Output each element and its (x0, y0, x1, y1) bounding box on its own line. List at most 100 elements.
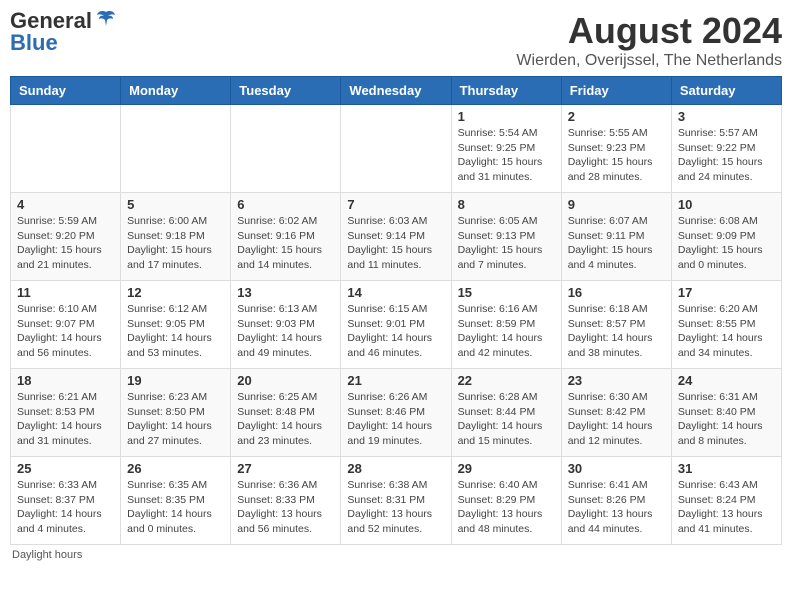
day-number: 22 (458, 373, 555, 388)
day-info: Sunrise: 6:33 AMSunset: 8:37 PMDaylight:… (17, 478, 114, 537)
calendar-cell (121, 105, 231, 193)
week-row-1: 1 Sunrise: 5:54 AMSunset: 9:25 PMDaylight… (11, 105, 782, 193)
main-title: August 2024 (516, 10, 782, 52)
day-number: 27 (237, 461, 334, 476)
calendar-cell: 9 Sunrise: 6:07 AMSunset: 9:11 PMDaylight… (561, 193, 671, 281)
calendar-cell: 24 Sunrise: 6:31 AMSunset: 8:40 PMDayligh… (671, 369, 781, 457)
logo-blue-text: Blue (10, 32, 58, 54)
day-number: 29 (458, 461, 555, 476)
day-info: Sunrise: 5:54 AMSunset: 9:25 PMDaylight:… (458, 126, 555, 185)
subtitle: Wierden, Overijssel, The Netherlands (516, 52, 782, 70)
calendar-cell (341, 105, 451, 193)
day-number: 5 (127, 197, 224, 212)
calendar-cell: 11Sunrise: 6:10 AMSunset: 9:07 PMDayligh… (11, 281, 121, 369)
calendar-cell: 16Sunrise: 6:18 AMSunset: 8:57 PMDayligh… (561, 281, 671, 369)
logo-bird-icon (95, 8, 117, 30)
day-info: Sunrise: 6:13 AMSunset: 9:03 PMDaylight:… (237, 302, 334, 361)
calendar-cell: 25 Sunrise: 6:33 AMSunset: 8:37 PMDayligh… (11, 457, 121, 545)
day-info: Sunrise: 6:02 AMSunset: 9:16 PMDaylight:… (237, 214, 334, 273)
day-number: 8 (458, 197, 555, 212)
header-row: SundayMondayTuesdayWednesdayThursdayFrid… (11, 77, 782, 105)
day-info: Sunrise: 6:15 AMSunset: 9:01 PMDaylight:… (347, 302, 444, 361)
calendar-cell: 23Sunrise: 6:30 AMSunset: 8:42 PMDayligh… (561, 369, 671, 457)
day-number: 26 (127, 461, 224, 476)
day-info: Sunrise: 6:07 AMSunset: 9:11 PMDaylight:… (568, 214, 665, 273)
calendar-cell: 7Sunrise: 6:03 AMSunset: 9:14 PMDaylight… (341, 193, 451, 281)
calendar-cell: 13Sunrise: 6:13 AMSunset: 9:03 PMDayligh… (231, 281, 341, 369)
day-number: 2 (568, 109, 665, 124)
day-number: 10 (678, 197, 775, 212)
day-info: Sunrise: 6:31 AMSunset: 8:40 PMDaylight:… (678, 390, 775, 449)
week-row-3: 11Sunrise: 6:10 AMSunset: 9:07 PMDayligh… (11, 281, 782, 369)
day-number: 21 (347, 373, 444, 388)
day-number: 18 (17, 373, 114, 388)
day-info: Sunrise: 6:08 AMSunset: 9:09 PMDaylight:… (678, 214, 775, 273)
calendar-cell: 31 Sunrise: 6:43 AMSunset: 8:24 PMDayligh… (671, 457, 781, 545)
calendar-cell: 2 Sunrise: 5:55 AMSunset: 9:23 PMDaylight… (561, 105, 671, 193)
calendar-cell: 6Sunrise: 6:02 AMSunset: 9:16 PMDaylight… (231, 193, 341, 281)
day-number: 25 (17, 461, 114, 476)
calendar-cell: 15Sunrise: 6:16 AMSunset: 8:59 PMDayligh… (451, 281, 561, 369)
day-info: Sunrise: 6:38 AMSunset: 8:31 PMDaylight:… (347, 478, 444, 537)
day-number: 1 (458, 109, 555, 124)
calendar-cell: 3 Sunrise: 5:57 AMSunset: 9:22 PMDaylight… (671, 105, 781, 193)
calendar-cell: 8 Sunrise: 6:05 AMSunset: 9:13 PMDaylight… (451, 193, 561, 281)
day-number: 23 (568, 373, 665, 388)
day-number: 19 (127, 373, 224, 388)
day-info: Sunrise: 6:23 AMSunset: 8:50 PMDaylight:… (127, 390, 224, 449)
header-day-tuesday: Tuesday (231, 77, 341, 105)
header-day-saturday: Saturday (671, 77, 781, 105)
header-day-wednesday: Wednesday (341, 77, 451, 105)
day-number: 28 (347, 461, 444, 476)
day-number: 24 (678, 373, 775, 388)
day-info: Sunrise: 6:26 AMSunset: 8:46 PMDaylight:… (347, 390, 444, 449)
day-number: 15 (458, 285, 555, 300)
day-number: 9 (568, 197, 665, 212)
day-info: Sunrise: 6:40 AMSunset: 8:29 PMDaylight:… (458, 478, 555, 537)
day-info: Sunrise: 6:41 AMSunset: 8:26 PMDaylight:… (568, 478, 665, 537)
logo-general-text: General (10, 10, 92, 32)
day-info: Sunrise: 5:59 AMSunset: 9:20 PMDaylight:… (17, 214, 114, 273)
calendar-cell: 1 Sunrise: 5:54 AMSunset: 9:25 PMDaylight… (451, 105, 561, 193)
calendar-cell: 30 Sunrise: 6:41 AMSunset: 8:26 PMDayligh… (561, 457, 671, 545)
header: General Blue August 2024 Wierden, Overij… (10, 10, 782, 70)
day-info: Sunrise: 6:00 AMSunset: 9:18 PMDaylight:… (127, 214, 224, 273)
day-info: Sunrise: 6:43 AMSunset: 8:24 PMDaylight:… (678, 478, 775, 537)
day-number: 17 (678, 285, 775, 300)
day-info: Sunrise: 5:55 AMSunset: 9:23 PMDaylight:… (568, 126, 665, 185)
week-row-4: 18Sunrise: 6:21 AMSunset: 8:53 PMDayligh… (11, 369, 782, 457)
day-number: 4 (17, 197, 114, 212)
calendar-cell: 5 Sunrise: 6:00 AMSunset: 9:18 PMDaylight… (121, 193, 231, 281)
calendar-cell: 21 Sunrise: 6:26 AMSunset: 8:46 PMDayligh… (341, 369, 451, 457)
header-day-sunday: Sunday (11, 77, 121, 105)
day-info: Sunrise: 6:25 AMSunset: 8:48 PMDaylight:… (237, 390, 334, 449)
calendar-cell: 28 Sunrise: 6:38 AMSunset: 8:31 PMDayligh… (341, 457, 451, 545)
day-info: Sunrise: 6:12 AMSunset: 9:05 PMDaylight:… (127, 302, 224, 361)
calendar-cell: 26 Sunrise: 6:35 AMSunset: 8:35 PMDayligh… (121, 457, 231, 545)
day-number: 31 (678, 461, 775, 476)
day-info: Sunrise: 6:10 AMSunset: 9:07 PMDaylight:… (17, 302, 114, 361)
calendar-cell (231, 105, 341, 193)
week-row-2: 4 Sunrise: 5:59 AMSunset: 9:20 PMDaylight… (11, 193, 782, 281)
calendar-table: SundayMondayTuesdayWednesdayThursdayFrid… (10, 76, 782, 545)
calendar-body: 1 Sunrise: 5:54 AMSunset: 9:25 PMDaylight… (11, 105, 782, 545)
calendar-cell: 10 Sunrise: 6:08 AMSunset: 9:09 PMDayligh… (671, 193, 781, 281)
day-number: 30 (568, 461, 665, 476)
header-day-thursday: Thursday (451, 77, 561, 105)
day-info: Sunrise: 6:05 AMSunset: 9:13 PMDaylight:… (458, 214, 555, 273)
day-number: 20 (237, 373, 334, 388)
calendar-cell: 4 Sunrise: 5:59 AMSunset: 9:20 PMDaylight… (11, 193, 121, 281)
calendar-cell: 19 Sunrise: 6:23 AMSunset: 8:50 PMDayligh… (121, 369, 231, 457)
calendar-cell: 17Sunrise: 6:20 AMSunset: 8:55 PMDayligh… (671, 281, 781, 369)
day-number: 3 (678, 109, 775, 124)
calendar-cell: 12Sunrise: 6:12 AMSunset: 9:05 PMDayligh… (121, 281, 231, 369)
calendar-cell (11, 105, 121, 193)
day-info: Sunrise: 6:36 AMSunset: 8:33 PMDaylight:… (237, 478, 334, 537)
day-number: 16 (568, 285, 665, 300)
week-row-5: 25 Sunrise: 6:33 AMSunset: 8:37 PMDayligh… (11, 457, 782, 545)
day-info: Sunrise: 5:57 AMSunset: 9:22 PMDaylight:… (678, 126, 775, 185)
day-info: Sunrise: 6:03 AMSunset: 9:14 PMDaylight:… (347, 214, 444, 273)
calendar-cell: 20 Sunrise: 6:25 AMSunset: 8:48 PMDayligh… (231, 369, 341, 457)
day-info: Sunrise: 6:35 AMSunset: 8:35 PMDaylight:… (127, 478, 224, 537)
footer-note: Daylight hours (10, 549, 782, 561)
